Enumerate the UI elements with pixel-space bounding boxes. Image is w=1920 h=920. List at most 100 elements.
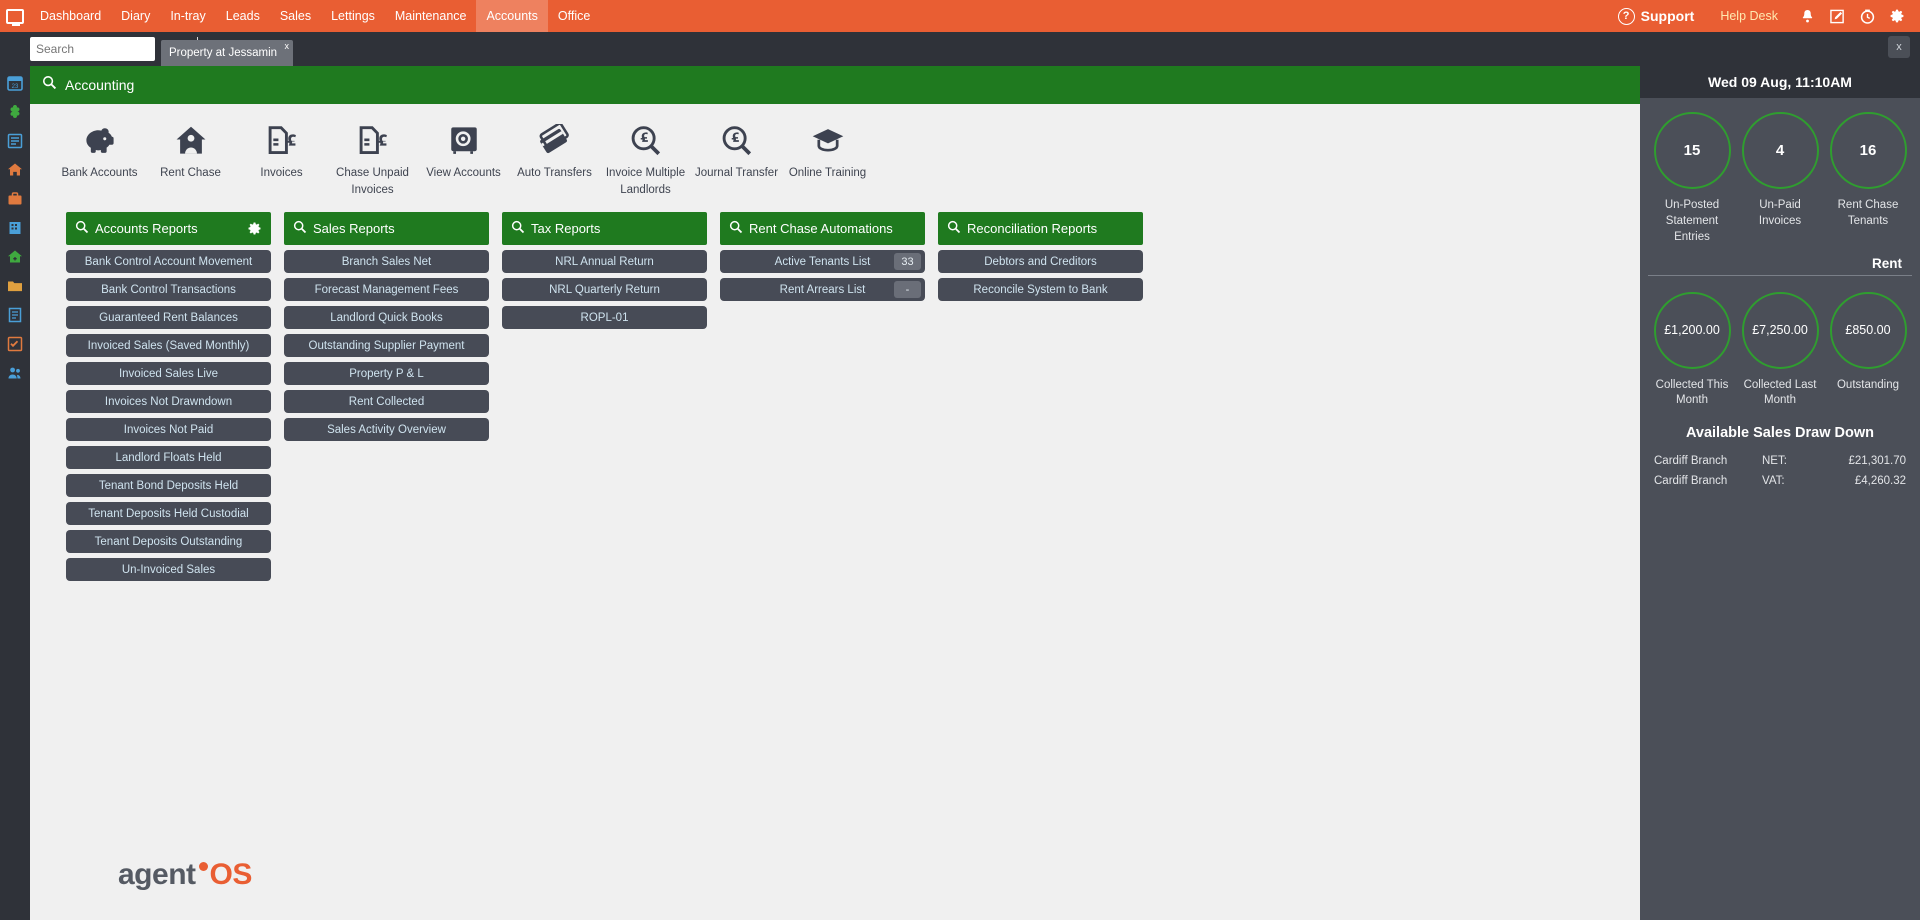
report-button[interactable]: Active Tenants List 33 (720, 250, 925, 274)
report-button[interactable]: Property P & L (284, 362, 489, 386)
report-column-reconciliation-reports: Reconciliation Reports Debtors and Credit… (938, 212, 1143, 581)
report-button[interactable]: ROPL-01 (502, 306, 707, 330)
report-button[interactable]: Forecast Management Fees (284, 278, 489, 302)
report-button[interactable]: Sales Activity Overview (284, 418, 489, 442)
toolbar-item-invoice-multiple-landlords[interactable]: Invoice Multiple Landlords (600, 120, 691, 198)
edit-icon[interactable] (1822, 0, 1852, 32)
report-button[interactable]: Guaranteed Rent Balances (66, 306, 271, 330)
report-button-label: NRL Annual Return (555, 255, 654, 268)
briefcase-icon[interactable] (0, 184, 30, 213)
toolbar-item-label: Chase Unpaid Invoices (336, 167, 409, 196)
report-button-label: NRL Quarterly Return (549, 283, 660, 296)
toolbar-item-journal-transfer[interactable]: Journal Transfer (691, 120, 782, 198)
close-icon[interactable]: x (285, 41, 290, 51)
clover-icon[interactable] (0, 97, 30, 126)
toolbar-item-invoices[interactable]: Invoices (236, 120, 327, 198)
nav-item-in-tray[interactable]: In-tray (160, 0, 215, 32)
nav-item-sales[interactable]: Sales (270, 0, 321, 32)
report-button[interactable]: Invoices Not Paid (66, 418, 271, 442)
report-button-label: ROPL-01 (580, 311, 629, 324)
column-header: Sales Reports (284, 212, 489, 246)
column-header: Reconciliation Reports (938, 212, 1143, 246)
report-button-label: Landlord Floats Held (115, 451, 222, 464)
app-logo[interactable] (0, 0, 30, 32)
nav-item-diary[interactable]: Diary (111, 0, 160, 32)
toolbar-item-online-training[interactable]: Online Training (782, 120, 873, 198)
doc-icon[interactable] (0, 300, 30, 329)
report-button[interactable]: Invoiced Sales Live (66, 362, 271, 386)
help-desk-link[interactable]: Help Desk (1720, 9, 1778, 23)
report-column-accounts-reports: Accounts Reports Bank Control Account Mov… (66, 212, 271, 582)
brand-primary: agent (118, 858, 196, 891)
toolbar-item-bank-accounts[interactable]: Bank Accounts (54, 120, 145, 198)
report-button[interactable]: Tenant Bond Deposits Held (66, 474, 271, 498)
stat-un-posted-statement-entries[interactable]: 15 Un-Posted Statement Entries (1649, 112, 1735, 246)
report-button[interactable]: Bank Control Transactions (66, 278, 271, 302)
report-button[interactable]: Tenant Deposits Held Custodial (66, 502, 271, 526)
alert-icon[interactable] (1792, 0, 1822, 32)
report-button-label: Tenant Deposits Outstanding (94, 535, 243, 548)
nav-item-lettings[interactable]: Lettings (321, 0, 385, 32)
nav-item-office[interactable]: Office (548, 0, 600, 32)
toolbar-item-auto-transfers[interactable]: Auto Transfers (509, 120, 600, 198)
report-button[interactable]: NRL Annual Return (502, 250, 707, 274)
safe-icon (447, 120, 481, 158)
report-button[interactable]: Outstanding Supplier Payment (284, 334, 489, 358)
stat-outstanding[interactable]: £850.00 Outstanding (1825, 291, 1911, 410)
topbar-actions: ? Support Help Desk (1617, 0, 1912, 32)
stat-un-paid-invoices[interactable]: 4 Un-Paid Invoices (1737, 112, 1823, 246)
toolbar-item-label: Invoice Multiple Landlords (605, 167, 686, 196)
calendar-icon[interactable]: 23 (0, 68, 30, 97)
checklist-icon[interactable] (0, 329, 30, 358)
nav-item-accounts[interactable]: Accounts (476, 0, 548, 32)
rent-stat-group: £1,200.00 Collected This Month £7,250.00 Co… (1640, 278, 1920, 410)
home-icon[interactable] (0, 155, 30, 184)
report-button[interactable]: Debtors and Creditors (938, 250, 1143, 274)
search-and-tabs-bar: Property at Jessamin x x (0, 32, 1920, 66)
report-button[interactable]: Landlord Quick Books (284, 306, 489, 330)
report-button[interactable]: Reconcile System to Bank (938, 278, 1143, 302)
nav-item-leads[interactable]: Leads (216, 0, 270, 32)
close-window-button[interactable]: x (1888, 36, 1910, 58)
stat-rent-chase-tenants[interactable]: 16 Rent Chase Tenants (1825, 112, 1911, 246)
stat-value: £850.00 (1845, 323, 1891, 338)
open-document-tab[interactable]: Property at Jessamin x (161, 40, 294, 66)
current-datetime: Wed 09 Aug, 11:10AM (1640, 66, 1920, 98)
toolbar-item-view-accounts[interactable]: View Accounts (418, 120, 509, 198)
report-button[interactable]: Landlord Floats Held (66, 446, 271, 470)
search-box[interactable] (30, 37, 208, 61)
gear-icon[interactable] (247, 221, 262, 236)
svg-text:23: 23 (12, 84, 19, 90)
support-button[interactable]: ? Support (1617, 7, 1694, 25)
report-button[interactable]: Rent Collected (284, 390, 489, 414)
nav-item-maintenance[interactable]: Maintenance (385, 0, 477, 32)
clock-icon[interactable] (1852, 0, 1882, 32)
report-button[interactable]: Tenant Deposits Outstanding (66, 530, 271, 554)
report-button-label: Sales Activity Overview (327, 423, 446, 436)
report-button[interactable]: Un-Invoiced Sales (66, 558, 271, 582)
house-plus-icon[interactable] (0, 242, 30, 271)
gear-icon[interactable] (1882, 0, 1912, 32)
nav-item-dashboard[interactable]: Dashboard (30, 0, 111, 32)
list-icon[interactable] (0, 126, 30, 155)
folder-icon[interactable] (0, 271, 30, 300)
building-icon[interactable] (0, 213, 30, 242)
report-button-label: Outstanding Supplier Payment (308, 339, 465, 352)
report-button[interactable]: Bank Control Account Movement (66, 250, 271, 274)
drawdown-table: Cardiff Branch NET: £21,301.70 Cardiff Bran… (1640, 451, 1920, 491)
drawdown-value: £21,301.70 (1848, 455, 1906, 468)
toolbar-item-label: Online Training (788, 167, 867, 179)
report-button[interactable]: NRL Quarterly Return (502, 278, 707, 302)
report-button[interactable]: Branch Sales Net (284, 250, 489, 274)
report-search-icon (75, 220, 89, 237)
report-column-rent-chase-automations: Rent Chase Automations Active Tenants Lis… (720, 212, 925, 581)
stat-value: £7,250.00 (1752, 323, 1808, 338)
people-icon[interactable] (0, 358, 30, 387)
toolbar-item-chase-unpaid-invoices[interactable]: Chase Unpaid Invoices (327, 120, 418, 198)
toolbar-item-rent-chase[interactable]: Rent Chase (145, 120, 236, 198)
report-button[interactable]: Invoices Not Drawndown (66, 390, 271, 414)
report-button[interactable]: Invoiced Sales (Saved Monthly) (66, 334, 271, 358)
report-button[interactable]: Rent Arrears List - (720, 278, 925, 302)
stat-collected-last-month[interactable]: £7,250.00 Collected Last Month (1737, 291, 1823, 410)
stat-collected-this-month[interactable]: £1,200.00 Collected This Month (1649, 291, 1735, 410)
